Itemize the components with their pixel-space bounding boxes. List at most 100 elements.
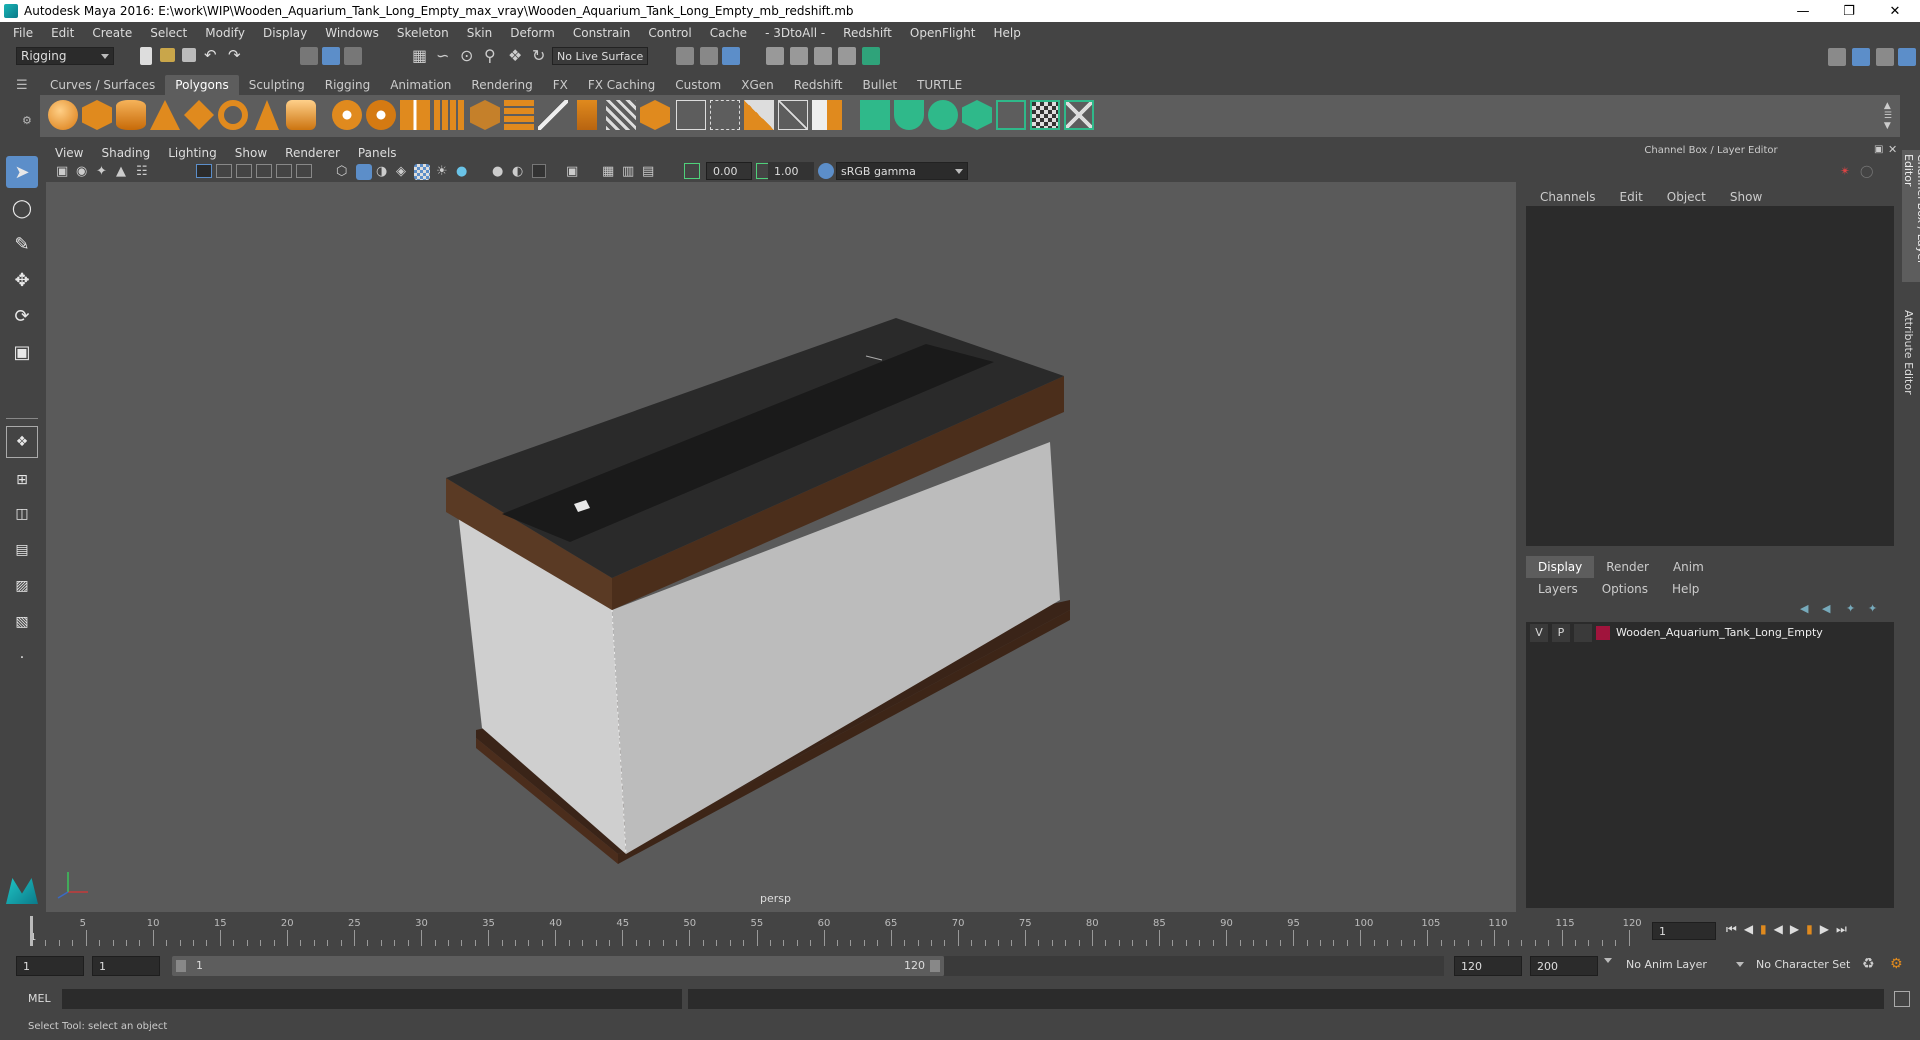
persp-graph-layout-icon[interactable]: ▤ bbox=[6, 534, 38, 566]
image-plane-icon[interactable]: ▲ bbox=[116, 164, 126, 179]
character-set-label[interactable]: No Character Set bbox=[1756, 958, 1850, 971]
channel-box-menu-show[interactable]: Show bbox=[1718, 186, 1774, 208]
shelf-tab-sculpting[interactable]: Sculpting bbox=[239, 75, 315, 95]
uv-planar-icon[interactable] bbox=[860, 100, 890, 130]
shelf-tab-curves-surfaces[interactable]: Curves / Surfaces bbox=[40, 75, 165, 95]
shelf-settings-icon[interactable]: ⚙ bbox=[22, 114, 32, 127]
layer-name[interactable]: Wooden_Aquarium_Tank_Long_Empty bbox=[1616, 626, 1823, 639]
xray-icon[interactable]: ▦ bbox=[602, 164, 614, 179]
move-layer-up-icon[interactable]: ◀ bbox=[1800, 602, 1808, 615]
uv-spherical-icon[interactable] bbox=[928, 100, 958, 130]
flat-shade-icon[interactable]: ◑ bbox=[376, 164, 387, 179]
delete-edge-icon[interactable] bbox=[778, 100, 808, 130]
save-scene-icon[interactable] bbox=[182, 48, 196, 62]
script-editor-icon[interactable] bbox=[1894, 991, 1910, 1007]
snap-surface-icon[interactable]: ❖ bbox=[508, 46, 522, 65]
playback-start-field[interactable]: 1 bbox=[92, 956, 160, 976]
current-frame-field[interactable]: 1 bbox=[1652, 922, 1716, 940]
step-back-icon[interactable]: ◀ bbox=[1744, 922, 1760, 936]
layer-editor-tab-anim[interactable]: Anim bbox=[1661, 556, 1716, 578]
layer-editor-menu-layers[interactable]: Layers bbox=[1526, 578, 1590, 600]
channel-box-menu-object[interactable]: Object bbox=[1655, 186, 1718, 208]
construction-history-icon[interactable] bbox=[722, 47, 740, 65]
menu-deform[interactable]: Deform bbox=[501, 26, 564, 40]
play-backwards-icon[interactable]: ◀ bbox=[1774, 922, 1790, 936]
viewport-menu-shading[interactable]: Shading bbox=[92, 146, 159, 160]
layer-editor-menu-help[interactable]: Help bbox=[1660, 578, 1711, 600]
color-management-icon[interactable] bbox=[818, 163, 834, 179]
menu-select[interactable]: Select bbox=[141, 26, 196, 40]
time-slider-track[interactable]: 1 5 10 15 20 25 30 35 40 45 50 55 60 65 70 75 80 85 90 95 10… bbox=[28, 916, 1650, 946]
menu-help[interactable]: Help bbox=[984, 26, 1029, 40]
menu-windows[interactable]: Windows bbox=[316, 26, 388, 40]
new-layer-selected-icon[interactable]: ✦ bbox=[1868, 602, 1877, 615]
ipr-render-icon[interactable] bbox=[814, 47, 832, 65]
command-language-label[interactable]: MEL bbox=[28, 992, 51, 1005]
smooth-shade-icon[interactable] bbox=[356, 164, 372, 180]
layer-row[interactable]: V P Wooden_Aquarium_Tank_Long_Empty bbox=[1526, 624, 1894, 642]
grid-toggle-icon[interactable]: ☷ bbox=[136, 164, 148, 179]
poly-sphere-icon[interactable] bbox=[48, 100, 78, 130]
safe-action-icon[interactable] bbox=[296, 164, 312, 178]
hypershade-icon[interactable] bbox=[862, 47, 880, 65]
paint-select-tool-icon[interactable]: ✎ bbox=[6, 228, 38, 260]
playback-end-field[interactable]: 120 bbox=[1454, 956, 1522, 976]
animation-preferences-icon[interactable]: ⚙ bbox=[1890, 956, 1903, 972]
menu-cache[interactable]: Cache bbox=[701, 26, 756, 40]
live-surface-field[interactable]: No Live Surface bbox=[552, 47, 648, 65]
shadows-icon[interactable]: ● bbox=[456, 164, 467, 179]
shelf-scroll-arrows[interactable]: ▲ ☰ ▼ bbox=[1884, 101, 1892, 131]
layer-editor-tab-display[interactable]: Display bbox=[1526, 556, 1595, 578]
mirror-icon[interactable] bbox=[744, 100, 774, 130]
poly-torus-icon[interactable] bbox=[218, 100, 248, 130]
poly-prism-icon[interactable] bbox=[255, 100, 279, 130]
merge-icon[interactable] bbox=[710, 100, 740, 130]
gamma-field[interactable]: 1.00 bbox=[768, 162, 814, 180]
attribute-editor-toggle-icon[interactable] bbox=[1852, 48, 1870, 66]
uv-cut-icon[interactable] bbox=[1064, 100, 1094, 130]
aquarium-tank-model[interactable] bbox=[46, 182, 1516, 912]
current-time-indicator[interactable] bbox=[30, 916, 33, 946]
isolate-select-icon[interactable]: ▣ bbox=[566, 164, 578, 179]
layer-editor-tab-render[interactable]: Render bbox=[1594, 556, 1661, 578]
render-view-icon[interactable] bbox=[766, 47, 784, 65]
gate-mask-icon[interactable] bbox=[256, 164, 272, 178]
layer-display-type-toggle[interactable] bbox=[1574, 624, 1592, 642]
persp-hypershade-layout-icon[interactable]: ▨ bbox=[6, 570, 38, 602]
output-ops-icon[interactable] bbox=[700, 47, 718, 65]
shelf-tab-xgen[interactable]: XGen bbox=[731, 75, 784, 95]
uv-unfold-icon[interactable] bbox=[996, 100, 1026, 130]
multi-cut-icon[interactable] bbox=[538, 100, 568, 130]
viewport-menu-panels[interactable]: Panels bbox=[349, 146, 406, 160]
camera-attributes-icon[interactable]: ◉ bbox=[76, 164, 87, 179]
poly-smooth-icon[interactable] bbox=[434, 100, 464, 130]
color-space-dropdown[interactable]: sRGB gamma bbox=[836, 162, 968, 180]
modeling-toolkit-icon[interactable] bbox=[1828, 48, 1846, 66]
menu-edit[interactable]: Edit bbox=[42, 26, 83, 40]
menu-create[interactable]: Create bbox=[83, 26, 141, 40]
channel-box-menu-channels[interactable]: Channels bbox=[1528, 186, 1608, 208]
menu-file[interactable]: File bbox=[4, 26, 42, 40]
anim-layer-dropdown-arrow[interactable] bbox=[1604, 958, 1612, 963]
select-component-icon[interactable] bbox=[344, 47, 362, 65]
fill-hole-icon[interactable] bbox=[676, 100, 706, 130]
wireframe-icon[interactable] bbox=[196, 164, 212, 178]
viewport-menu-renderer[interactable]: Renderer bbox=[276, 146, 349, 160]
move-layer-down-icon[interactable]: ◀ bbox=[1822, 602, 1830, 615]
reduce-icon[interactable] bbox=[812, 100, 842, 130]
poly-cube-icon[interactable] bbox=[82, 100, 112, 130]
channel-box-manip-icon[interactable]: ✴ bbox=[1840, 164, 1850, 178]
range-start-handle[interactable] bbox=[176, 960, 186, 972]
input-ops-icon[interactable] bbox=[676, 47, 694, 65]
outliner-layout-icon[interactable]: ▧ bbox=[6, 606, 38, 638]
tool-settings-toggle-icon[interactable] bbox=[1876, 48, 1894, 66]
snap-view-icon[interactable]: ⚲ bbox=[484, 46, 496, 65]
scale-tool-icon[interactable]: ▣ bbox=[6, 336, 38, 368]
camera-select-icon[interactable]: ▣ bbox=[56, 164, 68, 179]
shelf-tab-bullet[interactable]: Bullet bbox=[852, 75, 907, 95]
exposure-field[interactable]: 0.00 bbox=[706, 162, 752, 180]
menu-redshift[interactable]: Redshift bbox=[834, 26, 901, 40]
step-forward-key-icon[interactable]: ▮ bbox=[1806, 922, 1820, 936]
range-bar[interactable]: 1 120 bbox=[172, 956, 944, 976]
go-to-start-icon[interactable]: ⏮ bbox=[1726, 922, 1744, 936]
